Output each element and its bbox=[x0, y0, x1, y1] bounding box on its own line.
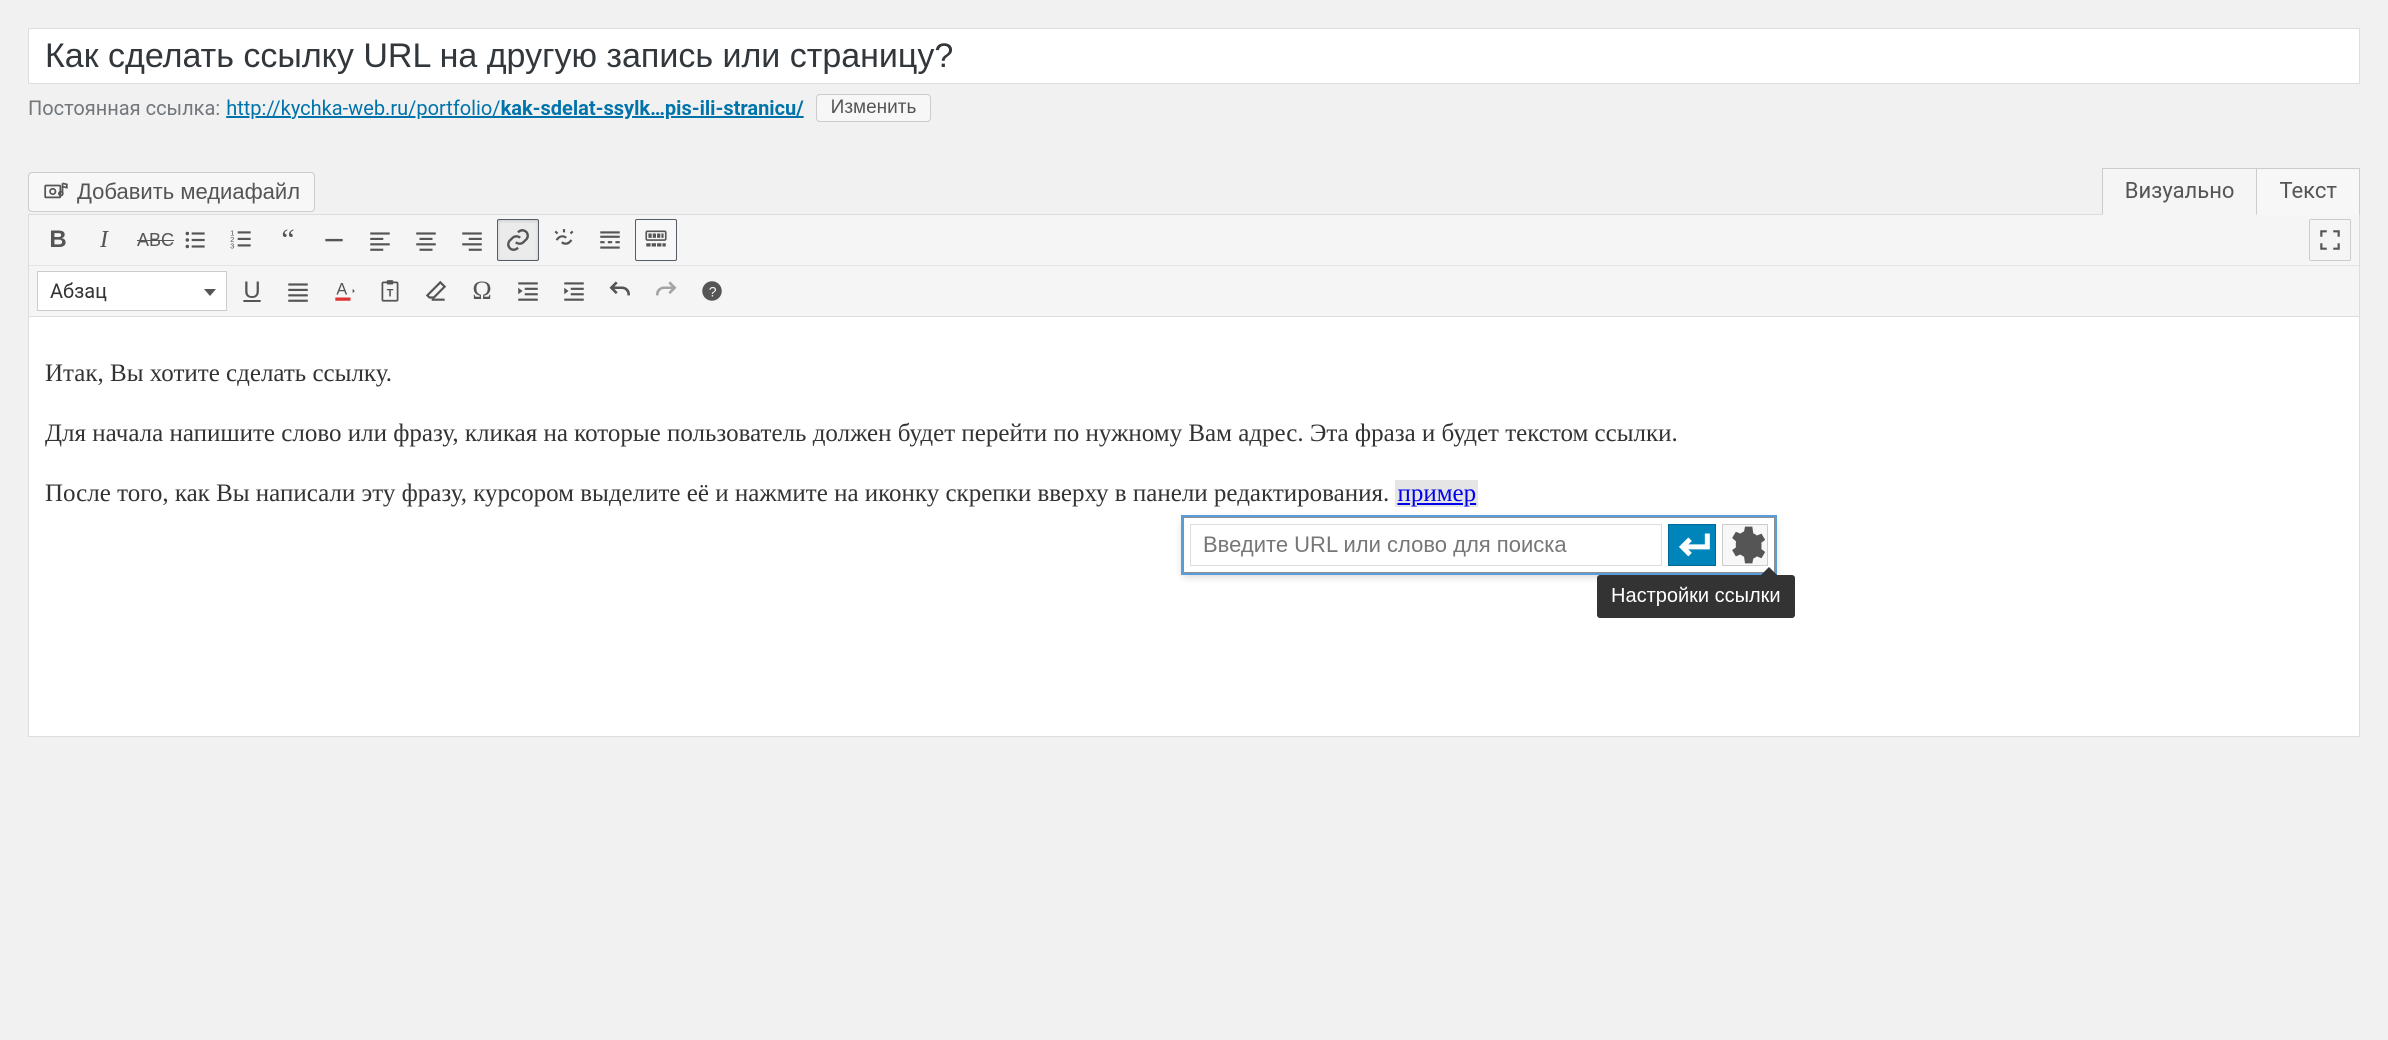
undo-icon bbox=[607, 278, 633, 304]
permalink-row: Постоянная ссылка: http://kychka-web.ru/… bbox=[28, 94, 2360, 122]
permalink-label: Постоянная ссылка: bbox=[28, 96, 220, 120]
link-settings-button[interactable] bbox=[1722, 524, 1768, 566]
link-inline-popup bbox=[1183, 517, 1775, 573]
camera-music-icon bbox=[43, 179, 69, 205]
read-more-icon bbox=[597, 227, 623, 253]
example-link[interactable]: пример bbox=[1395, 480, 1478, 507]
italic-button[interactable]: I bbox=[83, 219, 125, 261]
underline-button[interactable]: U bbox=[231, 270, 273, 312]
tab-visual[interactable]: Визуально bbox=[2102, 168, 2258, 215]
clipboard-t-icon: T bbox=[377, 278, 403, 304]
insert-link-button[interactable] bbox=[497, 219, 539, 261]
indent-button[interactable] bbox=[553, 270, 595, 312]
text-color-button[interactable]: A bbox=[323, 270, 365, 312]
numbered-list-button[interactable]: 123 bbox=[221, 219, 263, 261]
redo-icon bbox=[653, 278, 679, 304]
svg-text:A: A bbox=[336, 280, 347, 298]
justify-icon bbox=[285, 278, 311, 304]
content-paragraph: Для начала напишите слово или фразу, кли… bbox=[45, 417, 2343, 451]
numbered-list-icon: 123 bbox=[229, 227, 255, 253]
hr-icon bbox=[321, 227, 347, 253]
paste-text-button[interactable]: T bbox=[369, 270, 411, 312]
outdent-button[interactable] bbox=[507, 270, 549, 312]
remove-link-button[interactable] bbox=[543, 219, 585, 261]
apply-link-button[interactable] bbox=[1668, 524, 1716, 566]
post-title-input[interactable] bbox=[28, 28, 2360, 84]
svg-text:?: ? bbox=[709, 283, 717, 299]
bold-button[interactable]: B bbox=[37, 219, 79, 261]
undo-button[interactable] bbox=[599, 270, 641, 312]
toolbar-toggle-button[interactable] bbox=[635, 219, 677, 261]
link-icon bbox=[505, 227, 531, 253]
gear-icon bbox=[1723, 523, 1767, 567]
strikethrough-button[interactable]: ABC bbox=[129, 219, 171, 261]
help-button[interactable]: ? bbox=[691, 270, 733, 312]
text-color-icon: A bbox=[331, 278, 357, 304]
editor-content[interactable]: Итак, Вы хотите сделать ссылку. Для нача… bbox=[29, 317, 2359, 736]
fullscreen-icon bbox=[2317, 227, 2343, 253]
insert-more-button[interactable] bbox=[589, 219, 631, 261]
align-right-button[interactable] bbox=[451, 219, 493, 261]
clear-formatting-button[interactable] bbox=[415, 270, 457, 312]
link-settings-tooltip: Настройки ссылки bbox=[1597, 575, 1795, 618]
bullet-list-button[interactable] bbox=[175, 219, 217, 261]
enter-arrow-icon bbox=[1669, 522, 1715, 568]
fullscreen-button[interactable] bbox=[2309, 219, 2351, 261]
redo-button[interactable] bbox=[645, 270, 687, 312]
kitchen-sink-icon bbox=[643, 227, 669, 253]
outdent-icon bbox=[515, 278, 541, 304]
justify-button[interactable] bbox=[277, 270, 319, 312]
align-left-button[interactable] bbox=[359, 219, 401, 261]
align-center-icon bbox=[413, 227, 439, 253]
content-paragraph: Итак, Вы хотите сделать ссылку. bbox=[45, 357, 2343, 391]
add-media-button[interactable]: Добавить медиафайл bbox=[28, 172, 315, 212]
svg-text:3: 3 bbox=[230, 242, 234, 251]
format-select[interactable]: Абзац bbox=[37, 271, 227, 311]
help-icon: ? bbox=[699, 278, 725, 304]
edit-permalink-button[interactable]: Изменить bbox=[816, 94, 932, 122]
unlink-icon bbox=[551, 227, 577, 253]
indent-icon bbox=[561, 278, 587, 304]
bullet-list-icon bbox=[183, 227, 209, 253]
align-right-icon bbox=[459, 227, 485, 253]
blockquote-button[interactable]: “ bbox=[267, 219, 309, 261]
link-url-input[interactable] bbox=[1190, 524, 1662, 566]
editor-tabs: Визуально Текст bbox=[2103, 168, 2360, 215]
eraser-icon bbox=[423, 278, 449, 304]
special-character-button[interactable]: Ω bbox=[461, 270, 503, 312]
tab-text[interactable]: Текст bbox=[2256, 168, 2360, 215]
align-left-icon bbox=[367, 227, 393, 253]
editor-wrap: B I ABC 123 “ bbox=[28, 214, 2360, 737]
permalink-url[interactable]: http://kychka-web.ru/portfolio/kak-sdela… bbox=[226, 96, 803, 120]
horizontal-rule-button[interactable] bbox=[313, 219, 355, 261]
svg-text:T: T bbox=[387, 287, 394, 299]
content-paragraph: После того, как Вы написали эту фразу, к… bbox=[45, 477, 2343, 511]
editor-toolbar: B I ABC 123 “ bbox=[29, 215, 2359, 317]
align-center-button[interactable] bbox=[405, 219, 447, 261]
